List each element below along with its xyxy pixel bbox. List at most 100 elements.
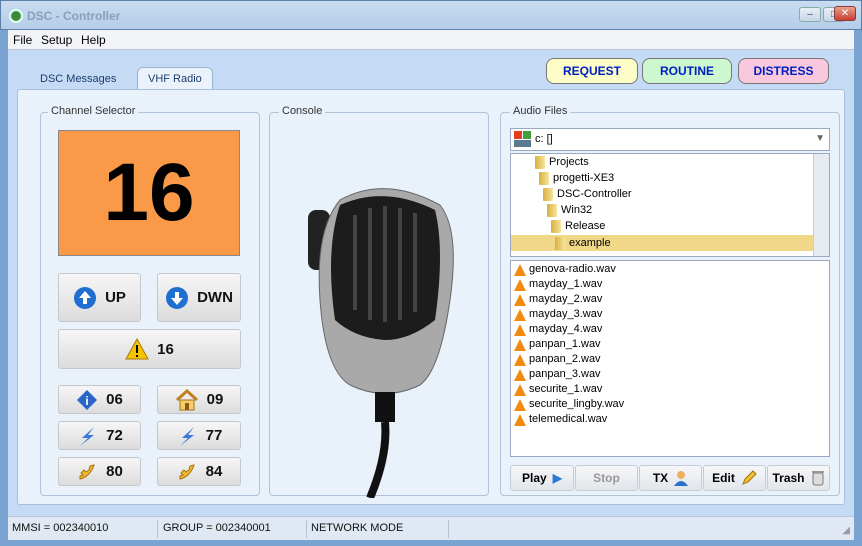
preset-label: 80 (106, 463, 123, 480)
svg-text:i: i (85, 394, 88, 408)
channel-selector-label: Channel Selector (48, 105, 139, 117)
arrow-up-icon (74, 286, 97, 309)
file-name: panpan_1.wav (529, 338, 601, 350)
stop-button[interactable]: Stop (575, 465, 638, 491)
tab-dsc-messages[interactable]: DSC Messages (30, 68, 126, 90)
file-item[interactable]: genova-radio.wav (511, 262, 829, 277)
microphone-image[interactable] (300, 180, 470, 498)
folder-tree[interactable]: Projects progetti-XE3 DSC-Controller Win… (510, 153, 830, 257)
menu-setup[interactable]: Setup (41, 33, 72, 47)
vlc-icon (514, 353, 526, 366)
preset-label: 06 (106, 391, 123, 408)
file-item[interactable]: mayday_4.wav (511, 322, 829, 337)
minimize-button[interactable]: – (799, 7, 821, 22)
drive-combobox[interactable]: c: [] ▼ (510, 128, 830, 151)
menu-file[interactable]: File (13, 33, 32, 47)
preset-06-button[interactable]: i 06 (58, 385, 141, 414)
up-button[interactable]: UP (58, 273, 141, 322)
status-separator (448, 520, 449, 538)
preset-84-button[interactable]: 84 (157, 457, 241, 486)
folder-icon (535, 155, 545, 169)
vlc-icon (514, 308, 526, 321)
play-label: Play (522, 471, 547, 485)
preset-label: 09 (206, 391, 224, 408)
menu-help[interactable]: Help (81, 33, 106, 47)
tree-label: Release (565, 220, 606, 232)
preset-77-button[interactable]: 77 (157, 421, 241, 450)
tab-vhf-radio[interactable]: VHF Radio (137, 67, 213, 90)
user-headset-icon (674, 471, 689, 486)
tree-item-release[interactable]: Release (551, 218, 605, 234)
dropdown-arrow-icon[interactable]: ▼ (815, 133, 825, 144)
close-button-visual[interactable]: ✕ (834, 6, 856, 21)
tree-item-example[interactable]: example (511, 235, 814, 251)
status-separator (157, 520, 158, 538)
file-item[interactable]: panpan_3.wav (511, 367, 829, 382)
group-status: GROUP = 002340001 (163, 522, 271, 534)
file-item[interactable]: telemedical.wav (511, 412, 829, 427)
network-mode-status: NETWORK MODE (311, 522, 404, 534)
vlc-icon (514, 383, 526, 396)
app-icon (9, 9, 23, 23)
tree-item-win32[interactable]: Win32 (547, 202, 592, 218)
emergency-channel-label: 16 (157, 340, 174, 358)
tree-item-progetti[interactable]: progetti-XE3 (539, 170, 614, 186)
folder-icon (547, 203, 557, 217)
preset-09-button[interactable]: 09 (157, 385, 241, 414)
folder-icon (551, 219, 561, 233)
vlc-icon (514, 278, 526, 291)
channel-display: 16 (58, 130, 240, 256)
file-item[interactable]: mayday_2.wav (511, 292, 829, 307)
play-button[interactable]: Play ▶ (510, 465, 574, 491)
file-name: securite_1.wav (529, 383, 603, 395)
trash-button[interactable]: Trash (767, 465, 830, 491)
routine-button[interactable]: ROUTINE (642, 58, 732, 84)
file-item[interactable]: mayday_1.wav (511, 277, 829, 292)
file-name: mayday_1.wav (529, 278, 603, 290)
audio-file-list[interactable]: genova-radio.wav mayday_1.wav mayday_2.w… (510, 260, 830, 457)
phone-icon (79, 463, 95, 480)
file-item[interactable]: panpan_2.wav (511, 352, 829, 367)
request-button[interactable]: REQUEST (546, 58, 638, 84)
pencil-icon (741, 470, 757, 485)
edit-label: Edit (712, 471, 735, 485)
file-item[interactable]: panpan_1.wav (511, 337, 829, 352)
folder-icon (543, 187, 553, 201)
tree-item-dsc-controller[interactable]: DSC-Controller (543, 186, 632, 202)
console-label: Console (279, 105, 326, 117)
tx-button[interactable]: TX (639, 465, 702, 491)
preset-72-button[interactable]: 72 (58, 421, 141, 450)
home-icon (175, 388, 198, 410)
menu-bar: File Setup Help (8, 30, 854, 50)
folder-icon (555, 236, 565, 250)
file-item[interactable]: securite_lingby.wav (511, 397, 829, 412)
resize-grip-icon[interactable]: ◢ (842, 525, 850, 536)
file-name: mayday_4.wav (529, 323, 603, 335)
drive-icon (514, 131, 531, 147)
status-separator (306, 520, 307, 538)
emergency-channel-button[interactable]: 16 (58, 329, 241, 369)
preset-label: 72 (106, 427, 123, 444)
tree-label: DSC-Controller (557, 188, 632, 200)
edit-button[interactable]: Edit (703, 465, 766, 491)
mmsi-status: MMSI = 002340010 (12, 522, 109, 534)
folder-icon (539, 171, 549, 185)
file-name: mayday_2.wav (529, 293, 603, 305)
tree-item-projects[interactable]: Projects (535, 154, 589, 170)
file-item[interactable]: securite_1.wav (511, 382, 829, 397)
preset-label: 77 (205, 427, 223, 444)
tx-label: TX (652, 471, 669, 485)
distress-button[interactable]: DISTRESS (738, 58, 829, 84)
tree-label: example (569, 237, 611, 249)
preset-80-button[interactable]: 80 (58, 457, 141, 486)
tree-label: Win32 (561, 204, 593, 216)
info-icon: i (77, 389, 98, 410)
play-icon: ▶ (552, 471, 562, 485)
tree-scrollbar[interactable] (813, 154, 829, 256)
file-item[interactable]: mayday_3.wav (511, 307, 829, 322)
preset-label: 84 (205, 463, 223, 480)
trash-icon (811, 471, 824, 486)
down-button[interactable]: DWN (157, 273, 241, 322)
down-label: DWN (197, 289, 233, 306)
file-name: panpan_3.wav (529, 368, 601, 380)
